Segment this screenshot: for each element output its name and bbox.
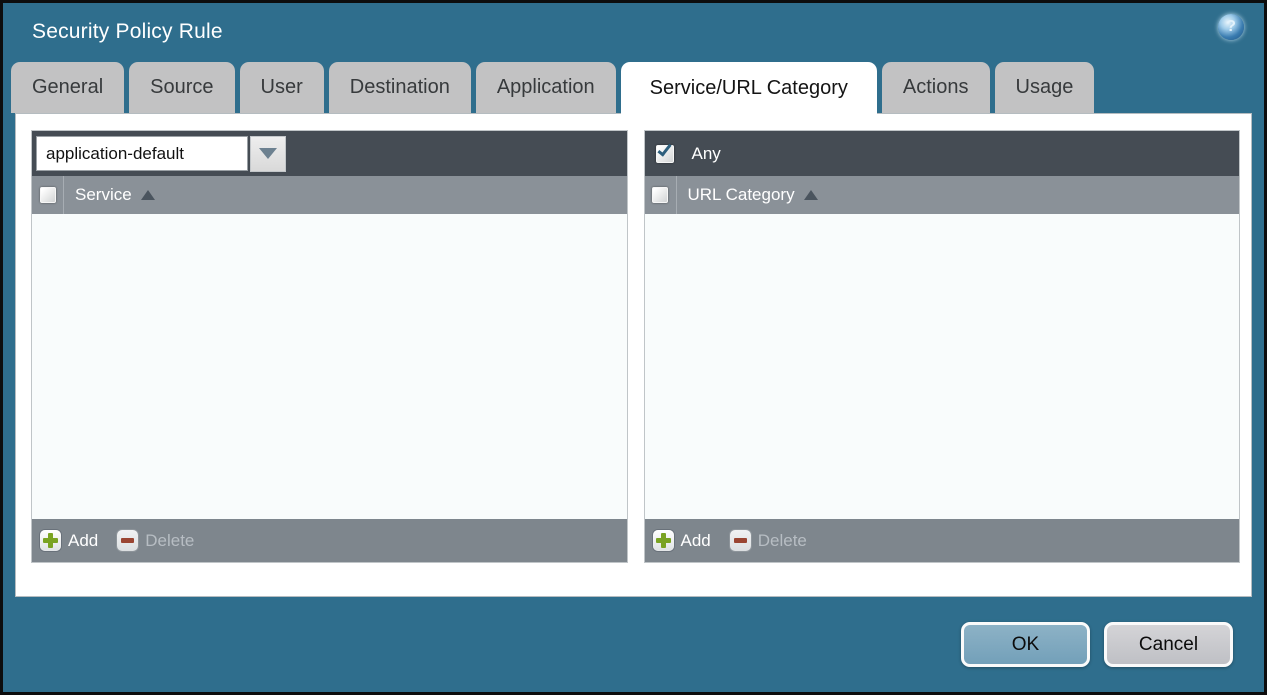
- add-button-label: Add: [68, 530, 99, 550]
- service-footer-toolbar: Add Delete: [32, 519, 627, 562]
- tab-destination[interactable]: Destination: [328, 62, 471, 113]
- delete-button-label: Delete: [145, 530, 195, 550]
- tab-service-url-category[interactable]: Service/URL Category: [620, 62, 877, 114]
- checkmark-icon: [656, 140, 672, 157]
- url-category-add-button[interactable]: Add: [652, 530, 711, 551]
- sort-asc-icon[interactable]: [140, 190, 155, 200]
- service-column-header: Service: [75, 185, 132, 204]
- tab-bar: General Source User Destination Applicat…: [3, 62, 1264, 114]
- service-dropdown-input[interactable]: [36, 136, 248, 171]
- tab-content: Service Add Delete: [15, 113, 1252, 597]
- dialog-button-row: OK Cancel: [3, 597, 1264, 692]
- tab-user[interactable]: User: [239, 62, 324, 113]
- tab-source[interactable]: Source: [129, 62, 235, 113]
- any-label: Any: [691, 143, 721, 163]
- security-policy-rule-dialog: Security Policy Rule ? General Source Us…: [0, 0, 1267, 695]
- any-checkbox[interactable]: [655, 140, 674, 163]
- tab-application[interactable]: Application: [475, 62, 616, 113]
- url-category-table-body: [644, 214, 1239, 519]
- service-select-all-cell: [32, 176, 64, 214]
- chevron-down-icon: [259, 148, 277, 159]
- delete-button-label: Delete: [757, 530, 807, 550]
- tab-general[interactable]: General: [11, 62, 125, 113]
- cancel-button[interactable]: Cancel: [1104, 622, 1233, 667]
- page-title: Security Policy Rule: [32, 20, 223, 43]
- url-category-panel: Any URL Category Add Delete: [643, 130, 1240, 563]
- any-checkbox-cell: [649, 131, 681, 176]
- ok-button[interactable]: OK: [961, 622, 1090, 667]
- service-toolbar: [32, 131, 627, 176]
- plus-icon: [40, 530, 61, 551]
- service-add-button[interactable]: Add: [40, 530, 98, 551]
- sort-asc-icon[interactable]: [803, 190, 818, 200]
- help-icon[interactable]: ?: [1218, 14, 1244, 40]
- url-category-toolbar: Any: [644, 131, 1239, 176]
- service-table-body: [32, 214, 627, 519]
- service-panel: Service Add Delete: [31, 130, 628, 563]
- url-category-footer-toolbar: Add Delete: [644, 519, 1239, 562]
- service-select-all-checkbox[interactable]: [39, 187, 56, 203]
- add-button-label: Add: [680, 530, 711, 550]
- service-dropdown-button[interactable]: [250, 135, 286, 172]
- tab-usage[interactable]: Usage: [994, 62, 1095, 113]
- service-table-header: Service: [32, 176, 627, 214]
- tab-actions[interactable]: Actions: [881, 62, 990, 113]
- plus-icon: [652, 530, 674, 551]
- minus-icon: [729, 530, 751, 551]
- title-bar: Security Policy Rule ?: [3, 3, 1264, 62]
- minus-icon: [117, 530, 139, 551]
- url-category-column-header: URL Category: [687, 185, 795, 204]
- service-delete-button[interactable]: Delete: [117, 530, 194, 551]
- url-category-table-header: URL Category: [644, 176, 1239, 214]
- url-category-select-all-checkbox[interactable]: [652, 187, 668, 203]
- url-category-select-all-cell: [645, 176, 677, 214]
- url-category-delete-button[interactable]: Delete: [729, 530, 807, 551]
